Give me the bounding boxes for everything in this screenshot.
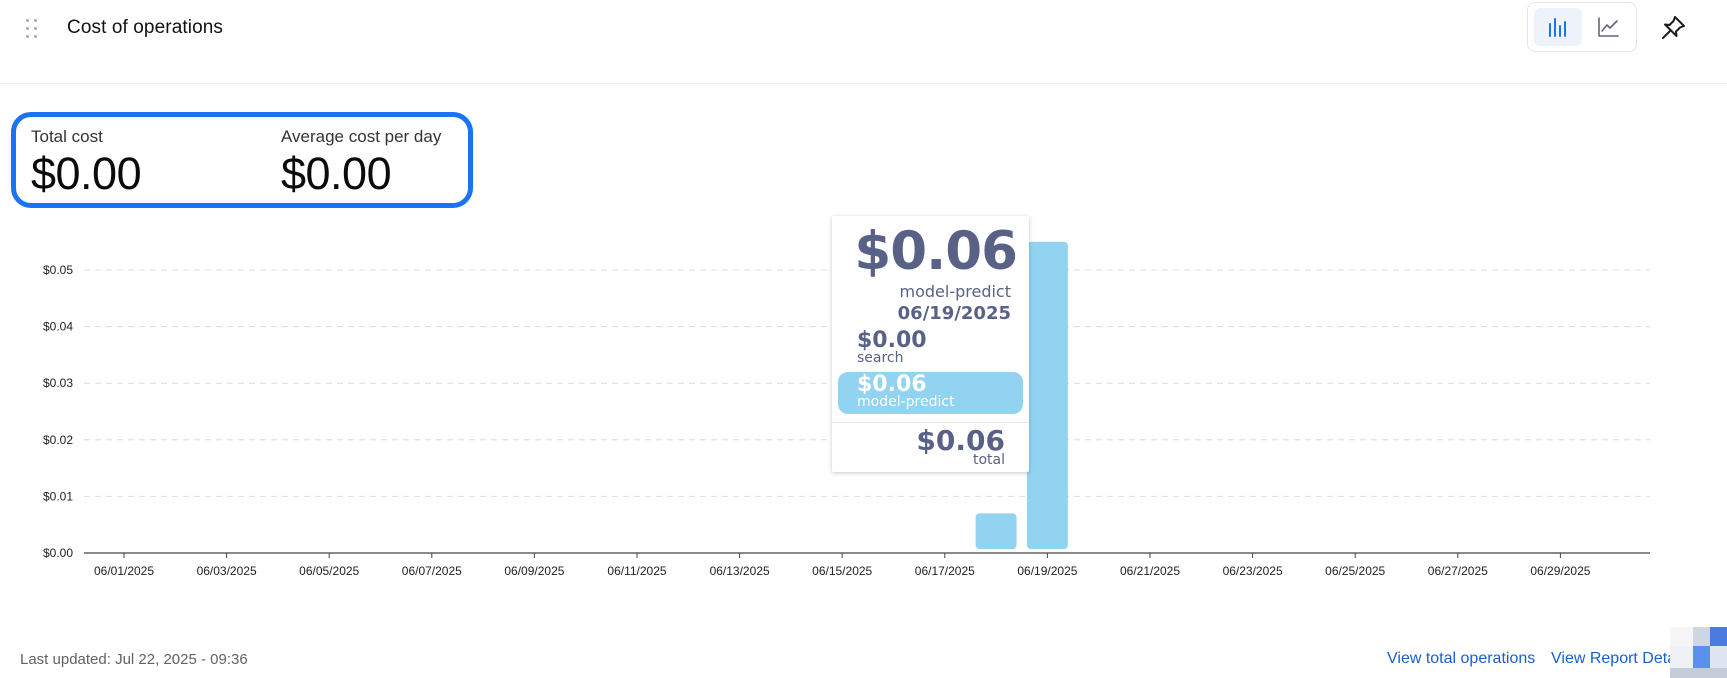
y-tick-label: $0.00 xyxy=(43,546,73,560)
x-tick-label: 06/27/2025 xyxy=(1428,564,1488,578)
tooltip-divider xyxy=(832,422,1029,423)
drag-handle-icon[interactable] xyxy=(24,17,40,39)
x-tick-label: 06/21/2025 xyxy=(1120,564,1180,578)
x-tick-label: 06/01/2025 xyxy=(94,564,154,578)
view-total-operations-link[interactable]: View total operations xyxy=(1387,650,1535,668)
corner-widget-icon[interactable] xyxy=(1670,627,1727,678)
tooltip-date: 06/19/2025 xyxy=(897,303,1011,324)
y-tick-label: $0.04 xyxy=(43,320,73,334)
x-tick-label: 06/17/2025 xyxy=(915,564,975,578)
last-updated-text: Last updated: Jul 22, 2025 - 09:36 xyxy=(20,651,248,668)
kpi-value: $0.00 xyxy=(281,148,392,199)
tooltip-row-search: $0.00 search xyxy=(838,328,1023,370)
tooltip-series: model-predict xyxy=(899,282,1012,301)
x-tick-label: 06/23/2025 xyxy=(1223,564,1283,578)
bar-chart-icon xyxy=(1549,18,1566,37)
y-tick-label: $0.01 xyxy=(43,489,73,503)
kpi-average-cost: Average cost per day $0.00 xyxy=(281,127,441,201)
x-tick-label: 06/11/2025 xyxy=(607,564,666,578)
x-tick-label: 06/05/2025 xyxy=(299,564,359,578)
x-tick-label: 06/29/2025 xyxy=(1530,564,1590,578)
kpi-summary: Total cost $0.00 Average cost per day $0… xyxy=(11,112,473,208)
x-tick-label: 06/13/2025 xyxy=(710,564,770,578)
kpi-value: $0.00 xyxy=(31,148,142,199)
bar-model-predict[interactable] xyxy=(1026,241,1068,549)
y-tick-label: $0.02 xyxy=(43,433,73,447)
x-tick-label: 06/09/2025 xyxy=(504,564,564,578)
x-tick-label: 06/03/2025 xyxy=(197,564,257,578)
line-view-button[interactable] xyxy=(1584,8,1632,46)
y-tick-label: $0.05 xyxy=(43,263,73,277)
kpi-label: Total cost xyxy=(31,127,103,146)
widget-header: Cost of operations xyxy=(0,0,1727,84)
x-tick-label: 06/07/2025 xyxy=(402,564,462,578)
x-tick-label: 06/25/2025 xyxy=(1325,564,1385,578)
tooltip-row-name: model-predict xyxy=(857,394,955,410)
x-tick-label: 06/15/2025 xyxy=(812,564,872,578)
widget-title: Cost of operations xyxy=(67,17,223,38)
bar-view-button[interactable] xyxy=(1534,8,1582,46)
pin-button[interactable] xyxy=(1659,14,1689,44)
pin-icon xyxy=(1662,16,1685,39)
kpi-label: Average cost per day xyxy=(281,127,442,146)
y-tick-label: $0.03 xyxy=(43,376,73,390)
x-tick-label: 06/19/2025 xyxy=(1017,564,1077,578)
tooltip-row-model-predict: $0.06 model-predict xyxy=(838,372,1023,414)
tooltip-total-label: total xyxy=(972,452,1005,468)
bar-model-predict[interactable] xyxy=(975,513,1017,549)
kpi-total-cost: Total cost $0.00 xyxy=(31,127,142,201)
line-chart-icon xyxy=(1598,17,1619,37)
tooltip-row-name: search xyxy=(857,350,904,366)
chart-tooltip: $0.06 model-predict 06/19/2025 $0.00 sea… xyxy=(832,216,1029,472)
tooltip-value: $0.06 xyxy=(854,221,1018,282)
chart-view-toggle xyxy=(1527,2,1637,52)
